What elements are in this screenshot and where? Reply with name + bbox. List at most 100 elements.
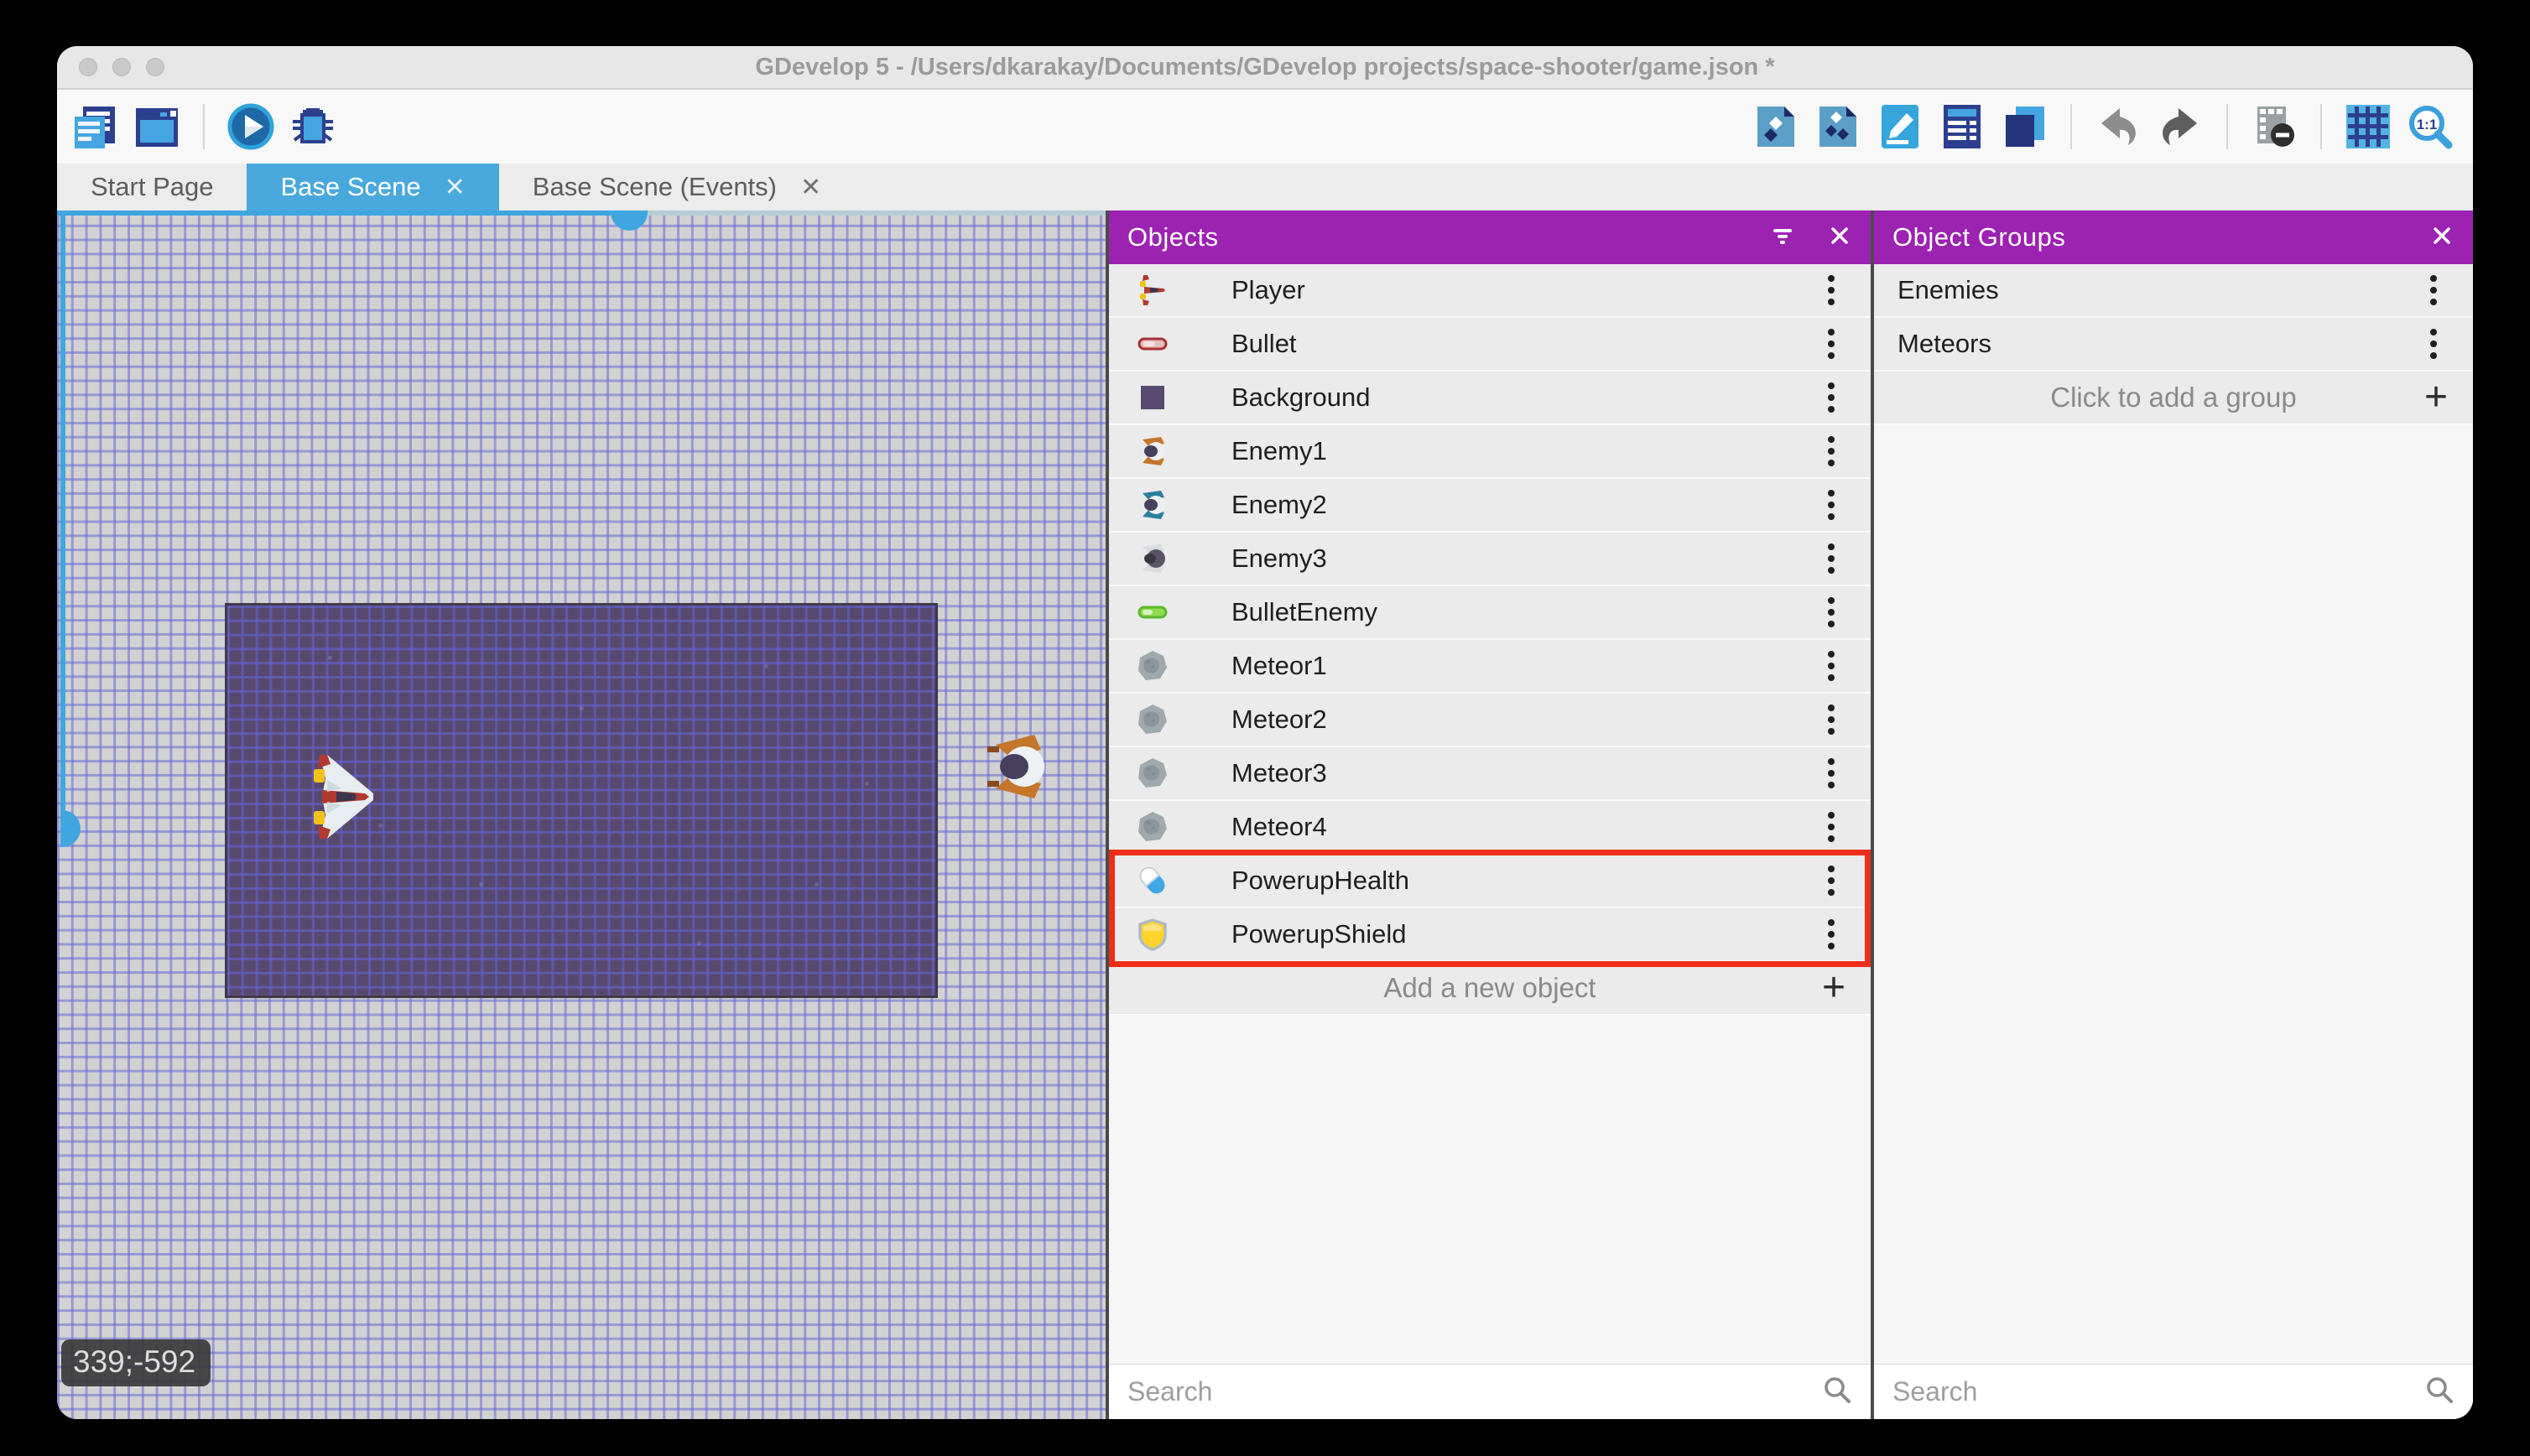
tab-base-scene-events-[interactable]: Base Scene (Events) ✕: [499, 164, 855, 211]
tab-start-page[interactable]: Start Page: [57, 164, 247, 211]
toolbar-separator: [2226, 104, 2228, 149]
preview-icon[interactable]: [133, 102, 181, 151]
object-row-poweruphealth[interactable]: PowerupHealth: [1109, 855, 1871, 908]
objects-panel: Objects Player Bullet Background Enemy1 Enem…: [1109, 211, 1871, 1419]
close-icon[interactable]: [2428, 221, 2456, 254]
object-row-player[interactable]: Player: [1109, 264, 1871, 318]
objects-list: Player Bullet Background Enemy1 Enemy2 Enemy3…: [1109, 264, 1871, 962]
properties-panel-icon[interactable]: [1876, 102, 1924, 151]
tab-close-icon[interactable]: ✕: [445, 173, 466, 202]
project-manager-icon[interactable]: [70, 102, 119, 151]
instances-list-panel-icon[interactable]: [1938, 102, 1986, 151]
object-row-enemy1[interactable]: Enemy1: [1109, 425, 1871, 479]
object-label: PowerupHealth: [1231, 866, 1409, 895]
groups-search-input[interactable]: [1892, 1376, 2424, 1407]
toolbar-separator: [2070, 104, 2072, 149]
title-bar[interactable]: GDevelop 5 - /Users/dkarakay/Documents/G…: [57, 46, 2473, 90]
object-row-background[interactable]: Background: [1109, 372, 1871, 425]
tab-label: Start Page: [91, 172, 214, 201]
objects-panel-header: Objects: [1109, 211, 1871, 264]
object-row-enemy2[interactable]: Enemy2: [1109, 479, 1871, 533]
meteor-icon: [1136, 649, 1169, 683]
object-label: Enemy3: [1231, 543, 1327, 573]
layers-panel-icon[interactable]: [2000, 102, 2048, 151]
svg-text:1:1: 1:1: [2417, 117, 2438, 133]
object-row-bulletenemy[interactable]: BulletEnemy: [1109, 586, 1871, 640]
tab-label: Base Scene: [280, 172, 421, 201]
vertical-scrollbar-thumb[interactable]: [60, 810, 81, 847]
more-options-icon[interactable]: [1815, 379, 1847, 416]
toggle-grid-icon[interactable]: [2344, 102, 2392, 151]
enemy-gray-icon: [1136, 542, 1169, 575]
more-options-icon[interactable]: [1815, 272, 1847, 309]
play-icon[interactable]: [226, 102, 275, 151]
add-group-label: Click to add a group: [2050, 382, 2297, 413]
main-area: 339;-592 Objects Player Bullet Background E…: [57, 211, 2473, 1419]
more-options-icon[interactable]: [1815, 916, 1847, 953]
object-label: Player: [1231, 275, 1305, 304]
horizontal-scrollbar-fill[interactable]: [57, 211, 611, 216]
more-options-icon[interactable]: [1815, 540, 1847, 577]
objects-panel-title: Objects: [1127, 222, 1219, 252]
meteor-icon: [1136, 757, 1169, 790]
more-options-icon[interactable]: [1815, 486, 1847, 523]
groups-panel-title: Object Groups: [1892, 222, 2066, 252]
objects-search-input[interactable]: [1127, 1376, 1822, 1407]
filter-icon[interactable]: [1768, 221, 1797, 254]
more-options-icon[interactable]: [1815, 701, 1847, 738]
group-row-meteors[interactable]: Meteors: [1874, 318, 2473, 372]
toolbar-separator: [203, 104, 205, 149]
scene-editor-canvas[interactable]: 339;-592: [57, 211, 1106, 1419]
add-object-row[interactable]: Add a new object +: [1109, 962, 1871, 1016]
more-options-icon[interactable]: [1815, 325, 1847, 362]
enemy-teal-icon: [1136, 488, 1169, 522]
group-label: Meteors: [1898, 329, 1991, 358]
object-groups-list: Enemies Meteors: [1874, 264, 2473, 372]
add-object-label: Add a new object: [1383, 972, 1596, 1003]
more-options-icon[interactable]: [2418, 325, 2449, 362]
vertical-scrollbar-fill[interactable]: [60, 211, 65, 810]
object-row-meteor1[interactable]: Meteor1: [1109, 640, 1871, 694]
zoom-1-1-icon[interactable]: 1:1: [2406, 102, 2455, 151]
object-label: BulletEnemy: [1231, 597, 1378, 627]
powerup-shield-icon: [1136, 918, 1169, 951]
player-ship-icon: [1136, 273, 1169, 307]
object-groups-panel-icon[interactable]: [1814, 102, 1862, 151]
object-row-enemy3[interactable]: Enemy3: [1109, 533, 1871, 586]
search-icon[interactable]: [1822, 1375, 1871, 1409]
object-row-powerupshield[interactable]: PowerupShield: [1109, 908, 1871, 962]
more-options-icon[interactable]: [1815, 647, 1847, 684]
group-row-enemies[interactable]: Enemies: [1874, 264, 2473, 318]
tab-base-scene[interactable]: Base Scene ✕: [247, 164, 499, 211]
object-row-bullet[interactable]: Bullet: [1109, 318, 1871, 372]
redo-icon[interactable]: [2156, 102, 2205, 151]
toolbar-left-group: [70, 102, 337, 151]
window-title: GDevelop 5 - /Users/dkarakay/Documents/G…: [755, 53, 1775, 81]
object-row-meteor3[interactable]: Meteor3: [1109, 747, 1871, 801]
search-icon[interactable]: [2424, 1375, 2473, 1409]
more-options-icon[interactable]: [1815, 433, 1847, 470]
close-icon[interactable]: [1825, 221, 1854, 254]
object-row-meteor2[interactable]: Meteor2: [1109, 694, 1871, 747]
horizontal-scrollbar-thumb[interactable]: [611, 211, 648, 231]
star-speck: [815, 882, 819, 887]
object-row-meteor4[interactable]: Meteor4: [1109, 801, 1871, 855]
plus-icon[interactable]: +: [1822, 968, 1845, 1008]
star-speck: [697, 941, 701, 945]
more-options-icon[interactable]: [1815, 594, 1847, 631]
player-instance-sprite[interactable]: [313, 755, 375, 839]
plus-icon[interactable]: +: [2424, 377, 2448, 418]
enemy-instance-sprite[interactable]: [984, 730, 1051, 803]
more-options-icon[interactable]: [1815, 862, 1847, 899]
toggle-mask-icon[interactable]: [2250, 102, 2298, 151]
objects-searchbar: [1109, 1364, 1871, 1419]
more-options-icon[interactable]: [2418, 272, 2449, 309]
background-square-icon: [1136, 381, 1169, 414]
more-options-icon[interactable]: [1815, 809, 1847, 845]
debug-icon[interactable]: [289, 102, 337, 151]
more-options-icon[interactable]: [1815, 755, 1847, 792]
objects-panel-icon[interactable]: [1752, 102, 1800, 151]
add-group-row[interactable]: Click to add a group +: [1874, 372, 2473, 425]
tab-close-icon[interactable]: ✕: [800, 173, 821, 202]
undo-icon[interactable]: [2094, 102, 2142, 151]
